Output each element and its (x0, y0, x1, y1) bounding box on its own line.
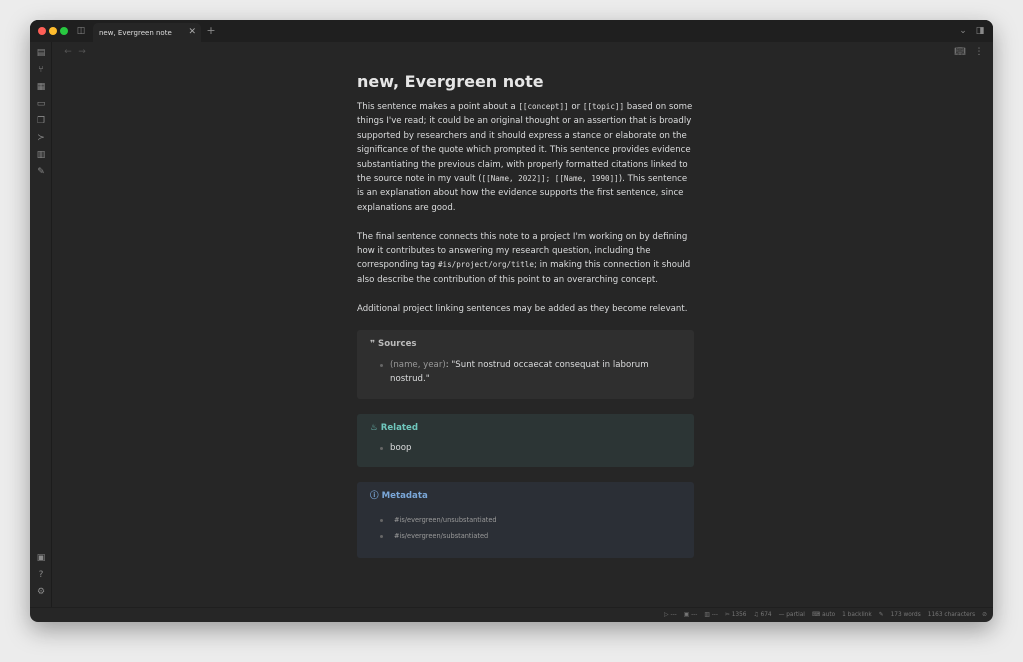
text: based on some things I've read; it could… (357, 102, 693, 185)
graph-icon[interactable]: ⑂ (35, 65, 47, 75)
vault-icon[interactable]: ▣ (35, 553, 47, 563)
app-window: ◫ new, Evergreen note ✕ + ⌄ ◨ ▤ ⑂ ▦ ▭ ❐ ≻… (30, 20, 993, 622)
wikilink: [[topic]] (582, 102, 625, 111)
metadata-callout: ⓘ Metadata #is/evergreen/unsubstantiated… (357, 482, 694, 558)
edit-icon[interactable]: ✎ (879, 612, 884, 618)
note-content: new, Evergreen note This sentence makes … (357, 72, 694, 573)
status-sync[interactable]: ▷ --- (664, 612, 677, 618)
reading-view-icon[interactable]: 📖︎ (954, 47, 966, 57)
quote-icon: ❞ (370, 339, 379, 350)
callout-title: Sources (378, 339, 417, 350)
wikilink: [[concept]] (518, 102, 569, 111)
status-value: --- (691, 612, 698, 618)
citation-links: [[Name, 2022]]; [[Name, 1990]] (481, 174, 619, 184)
paragraph-1: This sentence makes a point about a [[co… (357, 100, 694, 215)
forward-arrow-icon[interactable]: → (76, 47, 88, 57)
help-icon[interactable]: ? (35, 570, 47, 580)
new-tab-icon[interactable]: + (205, 25, 217, 36)
status-bar: ▷ --- ▣ --- ▥ --- ✂ 1356 ♫ 674 — partial… (30, 607, 993, 622)
minimize-window-button[interactable] (49, 27, 57, 35)
status-links[interactable]: ✂ 1356 (725, 612, 746, 618)
status-value: auto (822, 612, 836, 618)
status-partial[interactable]: — partial (779, 612, 805, 618)
canvas-icon[interactable]: ▦ (35, 82, 47, 92)
status-keyboard[interactable]: ⌨ auto (812, 612, 835, 618)
note-title: new, Evergreen note (357, 72, 544, 91)
word-count: 173 words (890, 612, 921, 618)
status-value: --- (670, 612, 677, 618)
title-bar: ◫ new, Evergreen note ✕ + ⌄ ◨ (30, 20, 993, 42)
status-notes[interactable]: ♫ 674 (753, 612, 771, 618)
tab-new-evergreen-note[interactable]: new, Evergreen note ✕ (93, 23, 201, 42)
right-sidebar-toggle-icon[interactable]: ◨ (974, 26, 986, 36)
command-palette-icon[interactable]: ≻ (35, 133, 47, 143)
settings-icon[interactable]: ⚙ (35, 587, 47, 597)
tab-title: new, Evergreen note (99, 29, 172, 37)
back-arrow-icon[interactable]: ← (62, 47, 74, 57)
calendar-icon[interactable]: ▭ (35, 99, 47, 109)
status-value: 1356 (731, 612, 747, 618)
status-calendar[interactable]: ▥ --- (704, 612, 718, 618)
file-switcher-icon[interactable]: ▤ (35, 48, 47, 58)
sync-status-icon[interactable]: ⊘ (982, 612, 987, 618)
more-options-icon[interactable]: ⋮ (973, 47, 985, 57)
table-icon[interactable]: ▥ (35, 150, 47, 160)
callout-title: Related (380, 422, 418, 433)
status-layout[interactable]: ▣ --- (684, 612, 698, 618)
tag-item[interactable]: #is/evergreen/unsubstantiated (370, 513, 681, 527)
text: This sentence makes a point about a (357, 102, 519, 112)
related-callout: ♨ Related boop (357, 413, 694, 468)
project-tag: #is/project/org/title (437, 260, 534, 270)
status-value: --- (711, 612, 718, 618)
status-value: partial (786, 612, 805, 618)
chevron-down-icon[interactable]: ⌄ (957, 26, 969, 36)
list-item: boop (370, 441, 681, 455)
close-tab-icon[interactable]: ✕ (188, 27, 196, 37)
character-count: 1163 characters (927, 612, 976, 618)
tag-item[interactable]: #is/evergreen/substantiated (370, 529, 681, 543)
templates-icon[interactable]: ❐ (35, 116, 47, 126)
text: or (568, 102, 583, 112)
paragraph-2: The final sentence connects this note to… (357, 230, 694, 288)
backlink-count[interactable]: 1 backlink (842, 612, 872, 618)
info-icon: ⓘ (370, 491, 382, 502)
ribbon: ▤ ⑂ ▦ ▭ ❐ ≻ ▥ ✎ ▣ ? ⚙ (30, 42, 52, 607)
sources-callout: ❞ Sources (name, year): "Sunt nostrud oc… (357, 330, 694, 399)
pen-icon[interactable]: ✎ (35, 167, 47, 177)
maximize-window-button[interactable] (60, 27, 68, 35)
status-value: 674 (760, 612, 772, 618)
flame-icon: ♨ (370, 422, 381, 433)
paragraph-3: Additional project linking sentences may… (357, 303, 688, 314)
citation: (name, year) (390, 359, 446, 370)
close-window-button[interactable] (38, 27, 46, 35)
callout-title: Metadata (381, 491, 428, 502)
sidebar-toggle-icon[interactable]: ◫ (75, 26, 87, 36)
list-item: (name, year): "Sunt nostrud occaecat con… (370, 358, 681, 387)
